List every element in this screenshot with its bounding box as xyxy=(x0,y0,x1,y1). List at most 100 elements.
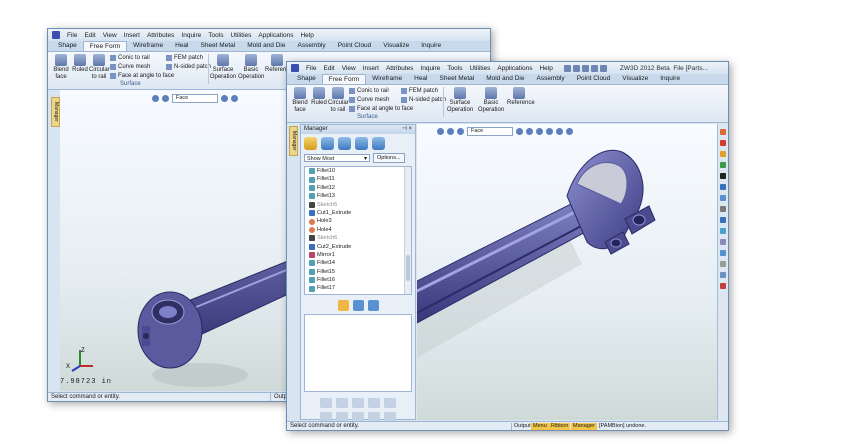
menu-inquire[interactable]: Inquire xyxy=(181,32,201,39)
ribbon-status-button[interactable]: Ribbon xyxy=(549,423,571,430)
face-at-angle-button[interactable]: Face at angle to face xyxy=(110,73,174,79)
tab-wireframe[interactable]: Wireframe xyxy=(127,41,169,51)
tab-wireframe[interactable]: Wireframe xyxy=(366,74,408,84)
rewind-icon[interactable] xyxy=(368,398,380,408)
tool-icon-2[interactable] xyxy=(720,140,726,146)
menu-edit[interactable]: Edit xyxy=(323,65,334,72)
menu-utilities[interactable]: Utilities xyxy=(469,65,490,72)
surface-operation-button[interactable]: Surface Operation xyxy=(445,87,475,113)
reference-button[interactable]: Reference xyxy=(507,87,535,107)
tool-icon-15[interactable] xyxy=(720,283,726,289)
tree-item[interactable]: Fillet17 xyxy=(305,284,411,292)
ruled-button[interactable]: Ruled xyxy=(311,87,327,107)
fem-patch-button[interactable]: FEM patch xyxy=(401,88,438,94)
tab-assembly[interactable]: Assembly xyxy=(531,74,571,84)
new-file-icon[interactable] xyxy=(563,64,571,72)
tree-item[interactable]: Hole4 xyxy=(305,226,411,234)
menu-status-button[interactable]: Menu xyxy=(531,423,549,430)
curve-mesh-button[interactable]: Curve mesh xyxy=(110,64,150,70)
tree-item[interactable]: Fillet10 xyxy=(305,167,411,175)
blend-face-button[interactable]: Blend face xyxy=(292,87,308,113)
menu-edit[interactable]: Edit xyxy=(84,32,95,39)
tab-visualize[interactable]: Visualize xyxy=(616,74,654,84)
tool-icon-6[interactable] xyxy=(720,184,726,190)
tab-inquire[interactable]: Inquire xyxy=(415,41,447,51)
feature-tab-icon[interactable] xyxy=(337,299,349,311)
options-button[interactable]: Options... xyxy=(373,153,405,163)
tab-shape[interactable]: Shape xyxy=(291,74,322,84)
tool-icon-3[interactable] xyxy=(720,151,726,157)
n-sided-patch-button[interactable]: N-sided patch xyxy=(401,97,446,103)
menu-insert[interactable]: Insert xyxy=(363,65,379,72)
tool-icon-11[interactable] xyxy=(720,239,726,245)
tool-icon-12[interactable] xyxy=(720,250,726,256)
conic-to-rail-button[interactable]: Conic to rail xyxy=(110,55,150,61)
tree-item[interactable]: Sketch5 xyxy=(305,201,411,209)
basic-operation-button[interactable]: Basic Operation xyxy=(477,87,505,113)
face-at-angle-button[interactable]: Face at angle to face xyxy=(349,106,413,112)
layer-manager-icon[interactable] xyxy=(338,136,351,150)
menu-view[interactable]: View xyxy=(342,65,356,72)
tab-heal[interactable]: Heal xyxy=(408,74,433,84)
circular-to-rail-button[interactable]: Circular to rail xyxy=(328,87,349,113)
scroll-thumb[interactable] xyxy=(406,255,410,281)
tab-inquire[interactable]: Inquire xyxy=(654,74,686,84)
attribute-manager-icon[interactable] xyxy=(372,136,385,150)
circular-to-rail-button[interactable]: Circular to rail xyxy=(89,54,110,80)
history-manager-icon[interactable] xyxy=(304,136,317,150)
tool-icon-7[interactable] xyxy=(720,195,726,201)
menu-file[interactable]: File xyxy=(306,65,316,72)
menu-utilities[interactable]: Utilities xyxy=(230,32,251,39)
fem-patch-button[interactable]: FEM patch xyxy=(166,55,203,61)
redo-icon[interactable] xyxy=(599,64,607,72)
menu-help[interactable]: Help xyxy=(300,32,313,39)
undo-icon[interactable] xyxy=(590,64,598,72)
menu-tools[interactable]: Tools xyxy=(208,32,223,39)
save-icon[interactable] xyxy=(581,64,589,72)
history-tree[interactable]: Fillet10 Fillet11 Fillet12 Fillet13 Sketch5 C… xyxy=(304,166,412,295)
blend-face-button[interactable]: Blend face xyxy=(53,54,69,80)
tab-heal[interactable]: Heal xyxy=(169,41,194,51)
tool-icon-10[interactable] xyxy=(720,228,726,234)
menu-help[interactable]: Help xyxy=(539,65,552,72)
tab-sheet-metal[interactable]: Sheet Metal xyxy=(195,41,242,51)
pin-close-icon[interactable]: ⊣ × xyxy=(402,125,412,134)
conic-to-rail-button[interactable]: Conic to rail xyxy=(349,88,389,94)
tree-item[interactable]: Cut1_Extrude xyxy=(305,209,411,217)
menu-view[interactable]: View xyxy=(103,32,117,39)
tree-item[interactable]: Hole3 xyxy=(305,217,411,225)
n-sided-patch-button[interactable]: N-sided patch xyxy=(166,64,211,70)
tool-icon-14[interactable] xyxy=(720,272,726,278)
manager-status-button[interactable]: Manager xyxy=(571,423,597,430)
open-icon[interactable] xyxy=(572,64,580,72)
tool-icon-13[interactable] xyxy=(720,261,726,267)
menu-applications[interactable]: Applications xyxy=(258,32,293,39)
tab-free-form[interactable]: Free Form xyxy=(321,74,367,84)
manager-side-tab[interactable]: Manager xyxy=(51,97,60,127)
output-button[interactable]: Output xyxy=(511,423,533,430)
front-3d-viewport[interactable]: Face xyxy=(417,124,717,420)
menu-file[interactable]: File xyxy=(67,32,77,39)
tree-item[interactable]: Mirror1 xyxy=(305,251,411,259)
end-icon[interactable] xyxy=(384,398,396,408)
tree-item[interactable]: Fillet11 xyxy=(305,175,411,183)
tool-icon-5[interactable] xyxy=(720,173,726,179)
tab-point-cloud[interactable]: Point Cloud xyxy=(332,41,378,51)
tree-item[interactable]: Fillet15 xyxy=(305,268,411,276)
step-back-icon[interactable] xyxy=(336,398,348,408)
tab-point-cloud[interactable]: Point Cloud xyxy=(571,74,617,84)
menu-applications[interactable]: Applications xyxy=(497,65,532,72)
tool-icon-1[interactable] xyxy=(720,129,726,135)
tree-item[interactable]: Fillet16 xyxy=(305,276,411,284)
menu-attributes[interactable]: Attributes xyxy=(386,65,413,72)
tree-tab-icon[interactable] xyxy=(367,299,379,311)
menu-insert[interactable]: Insert xyxy=(124,32,140,39)
tab-sheet-metal[interactable]: Sheet Metal xyxy=(434,74,481,84)
tab-visualize[interactable]: Visualize xyxy=(377,41,415,51)
view-manager-icon[interactable] xyxy=(355,136,368,150)
tree-scrollbar[interactable] xyxy=(404,167,411,294)
tool-icon-4[interactable] xyxy=(720,162,726,168)
filter-tab-icon[interactable] xyxy=(352,299,364,311)
play-icon[interactable] xyxy=(320,398,332,408)
menu-attributes[interactable]: Attributes xyxy=(147,32,174,39)
